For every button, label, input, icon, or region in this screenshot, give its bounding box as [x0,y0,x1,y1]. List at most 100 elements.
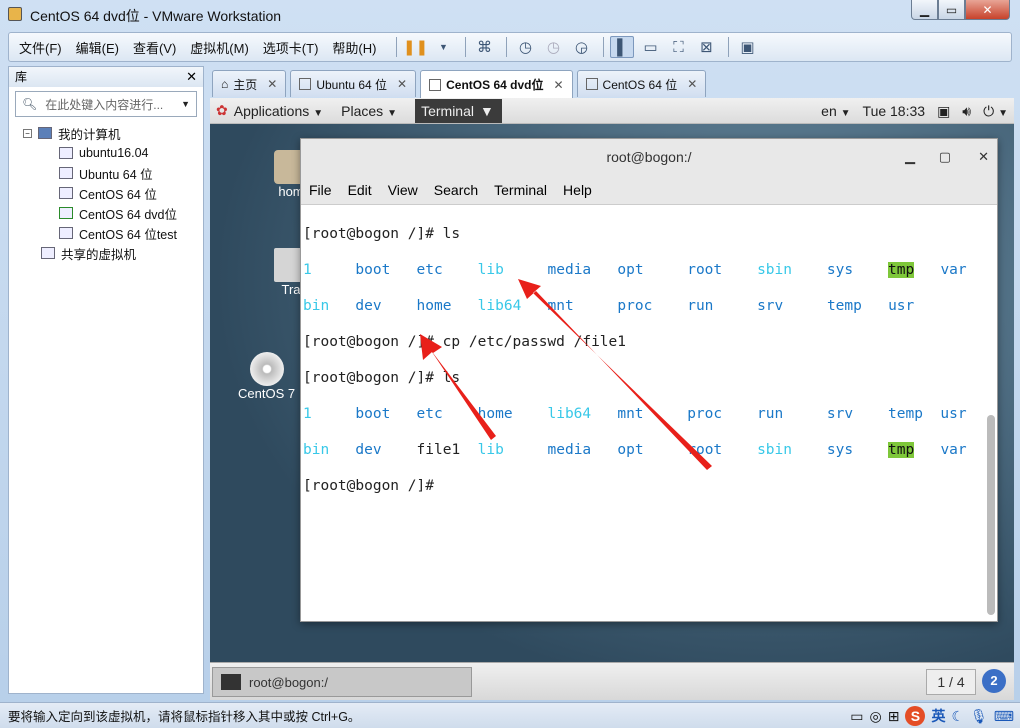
close-tab-icon[interactable]: ✕ [687,77,697,91]
send-ctrl-alt-del-icon[interactable]: ⌘ [472,36,496,58]
menu-edit[interactable]: 编辑(E) [76,38,119,57]
menu-help[interactable]: 帮助(H) [332,38,376,57]
terminal-output[interactable]: [root@bogon /]# ls 1 boot etc lib media … [301,205,997,621]
collapse-icon[interactable]: − [23,128,32,138]
status-bar: 要将输入定向到该虚拟机，请将鼠标指针移入其中或按 Ctrl+G。 ▭ ◎ ⊞ S… [0,702,1020,728]
tree-item-my-computer[interactable]: − 我的计算机 [9,123,203,143]
cdrom-icon[interactable]: ◎ [869,708,881,725]
ime-mode[interactable]: 英 [931,706,945,726]
vm-tree: − 我的计算机 ubuntu16.04 Ubuntu 64 位 CentOS 6… [9,123,203,263]
terminal-line: [root@bogon /]# ls [303,226,461,242]
ls-entry: sys [826,262,854,278]
ls-entry: tmp [888,262,915,278]
ls-entry: bin [303,298,330,314]
thumbnail-bar-icon[interactable]: ▭ [638,36,662,58]
network-icon[interactable]: ⊞ [888,708,900,725]
terminal-menu-terminal[interactable]: Terminal [494,182,547,198]
snapshot-manager-icon[interactable]: ◶ [569,36,593,58]
terminal-menu-help[interactable]: Help [563,182,592,198]
taskbar-item-terminal[interactable]: root@bogon:/ [212,667,472,697]
tab-home[interactable]: ⌂ 主页 ✕ [212,70,287,97]
terminal-menu-search[interactable]: Search [434,182,478,198]
mic-icon[interactable]: 🎙︎ [970,708,988,725]
ls-entry: run [757,406,784,422]
maximize-icon[interactable]: ▢ [939,139,951,175]
menu-tabs[interactable]: 选项卡(T) [263,38,319,57]
toolbar-separator [465,37,467,57]
show-library-icon[interactable]: ▌ [610,36,635,58]
tree-item-vm[interactable]: ubuntu16.04 [9,143,203,163]
ls-entry: temp [826,298,862,314]
toolbar-separator [603,37,605,57]
terminal-line: [root@bogon /]# ls [303,370,461,386]
menu-vm[interactable]: 虚拟机(M) [190,38,249,57]
ls-entry: media [547,442,592,458]
hdd-icon[interactable]: ▭ [850,708,863,725]
tree-item-vm-running[interactable]: CentOS 64 dvd位 [9,203,203,223]
terminal-menu-file[interactable]: File [309,182,332,198]
tree-item-vm[interactable]: CentOS 64 位test [9,223,203,243]
snapshot-icon[interactable]: ◷ [513,36,537,58]
library-title: 库 [15,70,28,84]
close-button[interactable]: ✕ [965,0,1010,20]
tab-ubuntu[interactable]: Ubuntu 64 位 ✕ [290,70,417,97]
close-library-icon[interactable]: ✕ [186,67,197,87]
ls-entry: opt [617,442,644,458]
dropdown-icon[interactable]: ▼ [431,36,455,58]
help-icon[interactable]: 2 [982,669,1006,693]
ls-entry: opt [617,262,644,278]
close-icon[interactable]: ✕ [978,139,989,175]
moon-icon[interactable]: ☾ [951,708,964,725]
volume-icon[interactable]: 🔊︎ [962,103,971,120]
menu-toolbar: 文件(F) 编辑(E) 查看(V) 虚拟机(M) 选项卡(T) 帮助(H) ❚❚… [8,32,1012,62]
terminal-menu[interactable]: Terminal ▼ [415,98,502,123]
terminal-window[interactable]: root@bogon:/ ▁ ▢ ✕ File Edit View Search… [300,138,998,622]
clock[interactable]: Tue 18:33 [863,103,926,119]
unity-icon[interactable]: ⊠ [694,36,718,58]
library-search-input[interactable]: 🔍︎ 在此处键入内容进行... ▼ [15,91,197,117]
close-tab-icon[interactable]: ✕ [267,77,277,91]
applications-menu[interactable]: Applications ▼ [234,103,323,119]
vm-console[interactable]: ✿ Applications ▼ Places ▼ Terminal ▼ en ▼ T… [210,98,1014,700]
tree-item-vm[interactable]: Ubuntu 64 位 [9,163,203,183]
workspace-pager[interactable]: 1 / 4 [926,669,976,695]
screen-icon[interactable]: ▣ [937,103,950,120]
vm-running-icon [429,78,442,91]
terminal-menu-edit[interactable]: Edit [348,182,372,198]
tab-centos[interactable]: CentOS 64 位 ✕ [576,70,707,97]
minimize-button[interactable]: ▁ [911,0,938,20]
terminal-menu-view[interactable]: View [388,182,418,198]
power-icon[interactable]: ⏻ ▼ [983,103,1008,120]
ls-entry: tmp [888,442,915,458]
menu-file[interactable]: 文件(F) [19,38,62,57]
console-view-icon[interactable]: ▣ [735,36,759,58]
toolbar-separator [506,37,508,57]
vm-running-icon [59,207,73,219]
ls-entry: 1 [303,262,312,278]
chevron-down-icon[interactable]: ▼ [181,99,190,109]
vmware-app-icon [8,7,22,21]
vm-icon [299,78,312,90]
maximize-button[interactable]: ▭ [938,0,965,20]
keyboard-icon[interactable]: ⌨ [994,708,1014,725]
pause-icon[interactable]: ❚❚ [403,36,428,58]
desktop-dvd-icon[interactable]: CentOS 7 [238,352,295,401]
vm-icon [59,167,73,179]
tree-item-vm[interactable]: CentOS 64 位 [9,183,203,203]
revert-snapshot-icon[interactable]: ◷ [541,36,565,58]
ls-entry: 1 [303,406,312,422]
full-screen-icon[interactable]: ⛶ [666,36,690,58]
menu-view[interactable]: 查看(V) [133,38,176,57]
library-header: 库 ✕ [9,67,203,87]
tab-centos-dvd[interactable]: CentOS 64 dvd位 ✕ [420,70,573,98]
close-tab-icon[interactable]: ✕ [397,77,407,91]
terminal-scrollbar[interactable] [987,415,995,615]
close-tab-icon[interactable]: ✕ [553,78,563,92]
ls-entry: proc [617,298,653,314]
tree-item-shared[interactable]: 共享的虚拟机 [9,243,203,263]
sogou-ime-icon[interactable]: S [905,706,926,726]
minimize-icon[interactable]: ▁ [905,139,915,175]
language-indicator[interactable]: en ▼ [821,103,850,119]
places-menu[interactable]: Places ▼ [341,103,397,119]
terminal-menubar: File Edit View Search Terminal Help [301,175,997,205]
